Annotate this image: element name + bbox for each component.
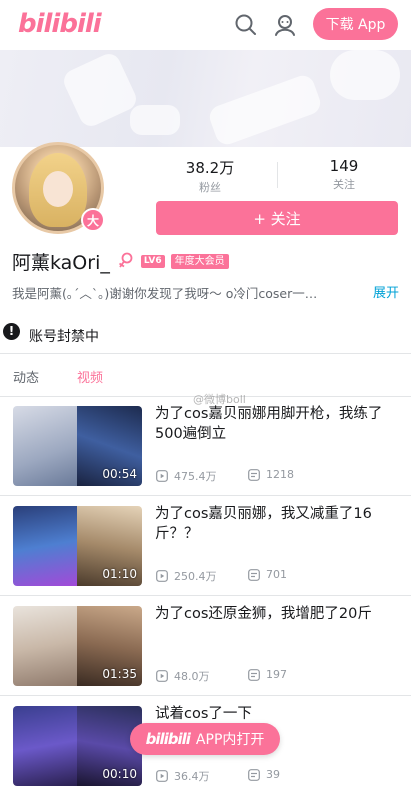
- fans-count: 38.2万: [185, 159, 235, 177]
- video-item[interactable]: 01:35 为了cos还原金狮，我增肥了20斤 48.0万 197: [0, 596, 411, 696]
- play-count-icon: [156, 670, 168, 682]
- video-duration: 01:35: [102, 667, 137, 681]
- user-icon[interactable]: [272, 12, 298, 38]
- open-in-app-button[interactable]: bilibili APP内打开: [130, 723, 280, 755]
- vip-badge: 大: [81, 208, 105, 232]
- danmaku-count: 39: [248, 768, 280, 781]
- bio-text: 我是阿薰(｡ˊ︿ˋ｡)谢谢你发现了我呀～ o冷门coser一…: [12, 285, 318, 301]
- video-title[interactable]: 为了cos嘉贝丽娜，我又减重了16斤？？: [155, 504, 399, 544]
- danmaku-icon: [248, 468, 260, 481]
- top-bar: bilibili 下载 App: [0, 0, 411, 50]
- following-count: 149: [329, 157, 359, 175]
- play-count: 250.4万: [156, 568, 217, 584]
- profile-banner: [0, 50, 411, 147]
- play-count: 48.0万: [156, 668, 210, 684]
- danmaku-count: 1218: [248, 468, 294, 481]
- profile-tabs: 动态 视频: [0, 354, 411, 396]
- level-badge: LV6: [140, 254, 165, 268]
- name-row: 阿薰kaOri_ LV6 年度大会员: [12, 249, 229, 274]
- stat-divider: [277, 162, 278, 188]
- danmaku-icon: [248, 768, 260, 781]
- video-item[interactable]: 01:10 为了cos嘉贝丽娜，我又减重了16斤？？ 250.4万 701: [0, 496, 411, 596]
- annual-vip-tag: 年度大会员: [170, 253, 229, 269]
- tab-videos[interactable]: 视频: [77, 367, 103, 386]
- tab-dynamics[interactable]: 动态: [13, 367, 39, 386]
- danmaku-count: 197: [248, 668, 287, 681]
- play-count-icon: [156, 570, 168, 582]
- video-duration: 00:54: [102, 467, 137, 481]
- video-thumbnail[interactable]: 00:54: [13, 406, 142, 486]
- fans-label: 粉丝: [199, 181, 221, 194]
- video-duration: 00:10: [102, 767, 137, 781]
- video-item[interactable]: 00:54 为了cos嘉贝丽娜用脚开枪，我练了500遍倒立 475.4万 121…: [0, 396, 411, 496]
- fans-stat[interactable]: 38.2万 粉丝: [165, 157, 255, 195]
- play-count: 36.4万: [156, 768, 210, 784]
- download-app-button[interactable]: 下载 App: [313, 8, 398, 40]
- video-thumbnail[interactable]: 01:35: [13, 606, 142, 686]
- danmaku-icon: [248, 668, 260, 681]
- play-count-icon: [156, 470, 168, 482]
- video-duration: 01:10: [102, 567, 137, 581]
- video-thumbnail[interactable]: 01:10: [13, 506, 142, 586]
- alert-icon: !: [3, 322, 20, 340]
- play-count-icon: [156, 770, 168, 782]
- danmaku-icon: [248, 568, 260, 581]
- following-label: 关注: [333, 178, 355, 191]
- bilibili-logo[interactable]: bilibili: [18, 9, 102, 39]
- expand-bio-link[interactable]: 展开: [373, 282, 399, 301]
- female-gender-icon: [118, 252, 133, 268]
- bio-row: 我是阿薰(｡ˊ︿ˋ｡)谢谢你发现了我呀～ o冷门coser一… 展开: [12, 282, 399, 302]
- bilibili-mini-logo: bilibili: [145, 730, 191, 748]
- following-stat[interactable]: 149 关注: [299, 157, 389, 192]
- video-thumbnail[interactable]: 00:10: [13, 706, 142, 786]
- video-title[interactable]: 为了cos嘉贝丽娜用脚开枪，我练了500遍倒立: [155, 404, 399, 444]
- ban-notice-text: 账号封禁中: [29, 329, 99, 345]
- open-in-app-label: APP内打开: [195, 732, 265, 748]
- video-title[interactable]: 试着cos了一下: [155, 704, 399, 724]
- ban-notice: ! 账号封禁中: [3, 316, 99, 346]
- follow-button[interactable]: + 关注: [156, 201, 398, 235]
- search-icon[interactable]: [233, 12, 259, 38]
- video-title[interactable]: 为了cos还原金狮，我增肥了20斤: [155, 604, 399, 624]
- danmaku-count: 701: [248, 568, 287, 581]
- username: 阿薰kaOri_: [12, 251, 110, 274]
- play-count: 475.4万: [156, 468, 217, 484]
